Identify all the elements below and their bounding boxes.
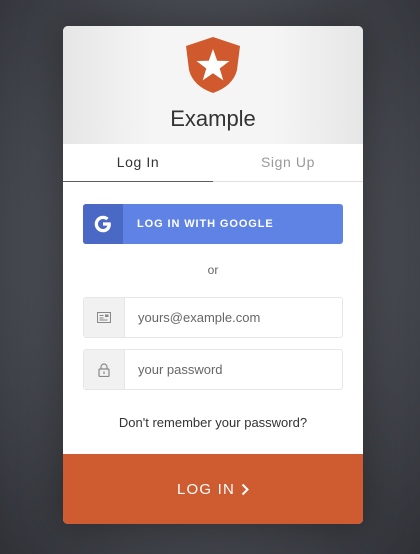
google-login-label: LOG IN WITH GOOGLE xyxy=(137,218,274,230)
password-icon-box xyxy=(84,350,125,389)
google-g-icon xyxy=(94,215,111,233)
google-login-button[interactable]: LOG IN WITH GOOGLE xyxy=(83,204,343,244)
google-icon-box xyxy=(83,204,123,244)
envelope-icon xyxy=(97,312,111,323)
lock-icon xyxy=(98,362,110,377)
auth-tabs: Log In Sign Up xyxy=(63,144,363,182)
email-field xyxy=(83,297,343,338)
login-card: Example Log In Sign Up LOG IN WITH GOOGL… xyxy=(63,26,363,524)
log-in-submit-button[interactable]: LOG IN xyxy=(63,454,363,524)
password-input[interactable] xyxy=(125,350,340,389)
forgot-password-link[interactable]: Don't remember your password? xyxy=(63,415,363,430)
tab-sign-up[interactable]: Sign Up xyxy=(213,144,363,181)
password-field xyxy=(83,349,343,390)
submit-label: LOG IN xyxy=(176,480,236,498)
or-separator: or xyxy=(207,263,219,277)
app-title: Example xyxy=(170,106,256,131)
card-header: Example xyxy=(63,26,363,144)
email-icon-box xyxy=(84,298,125,337)
tab-log-in[interactable]: Log In xyxy=(63,144,213,182)
shield-star-icon xyxy=(186,37,240,93)
email-input[interactable] xyxy=(125,298,340,337)
chevron-right-icon xyxy=(241,483,249,496)
